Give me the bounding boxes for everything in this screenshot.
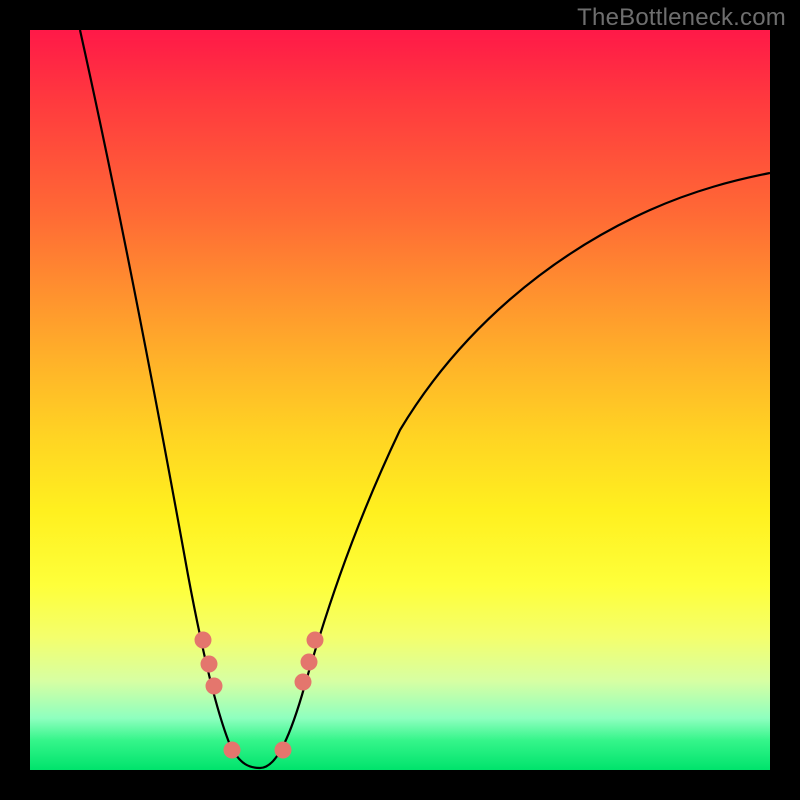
marker-dot [206, 678, 223, 695]
marker-dot [195, 632, 212, 649]
right-branch-curve [260, 173, 770, 768]
marker-dot [301, 654, 318, 671]
marker-dot [307, 632, 324, 649]
marker-capsule [324, 550, 345, 610]
marker-dot [275, 742, 292, 759]
chart-svg [30, 30, 770, 770]
marker-dot [201, 656, 218, 673]
chart-plot-area [30, 30, 770, 770]
marker-dot [295, 674, 312, 691]
chart-frame: TheBottleneck.com [0, 0, 800, 800]
marker-dot [224, 742, 241, 759]
left-branch-curve [80, 30, 260, 768]
watermark-text: TheBottleneck.com [577, 4, 786, 32]
